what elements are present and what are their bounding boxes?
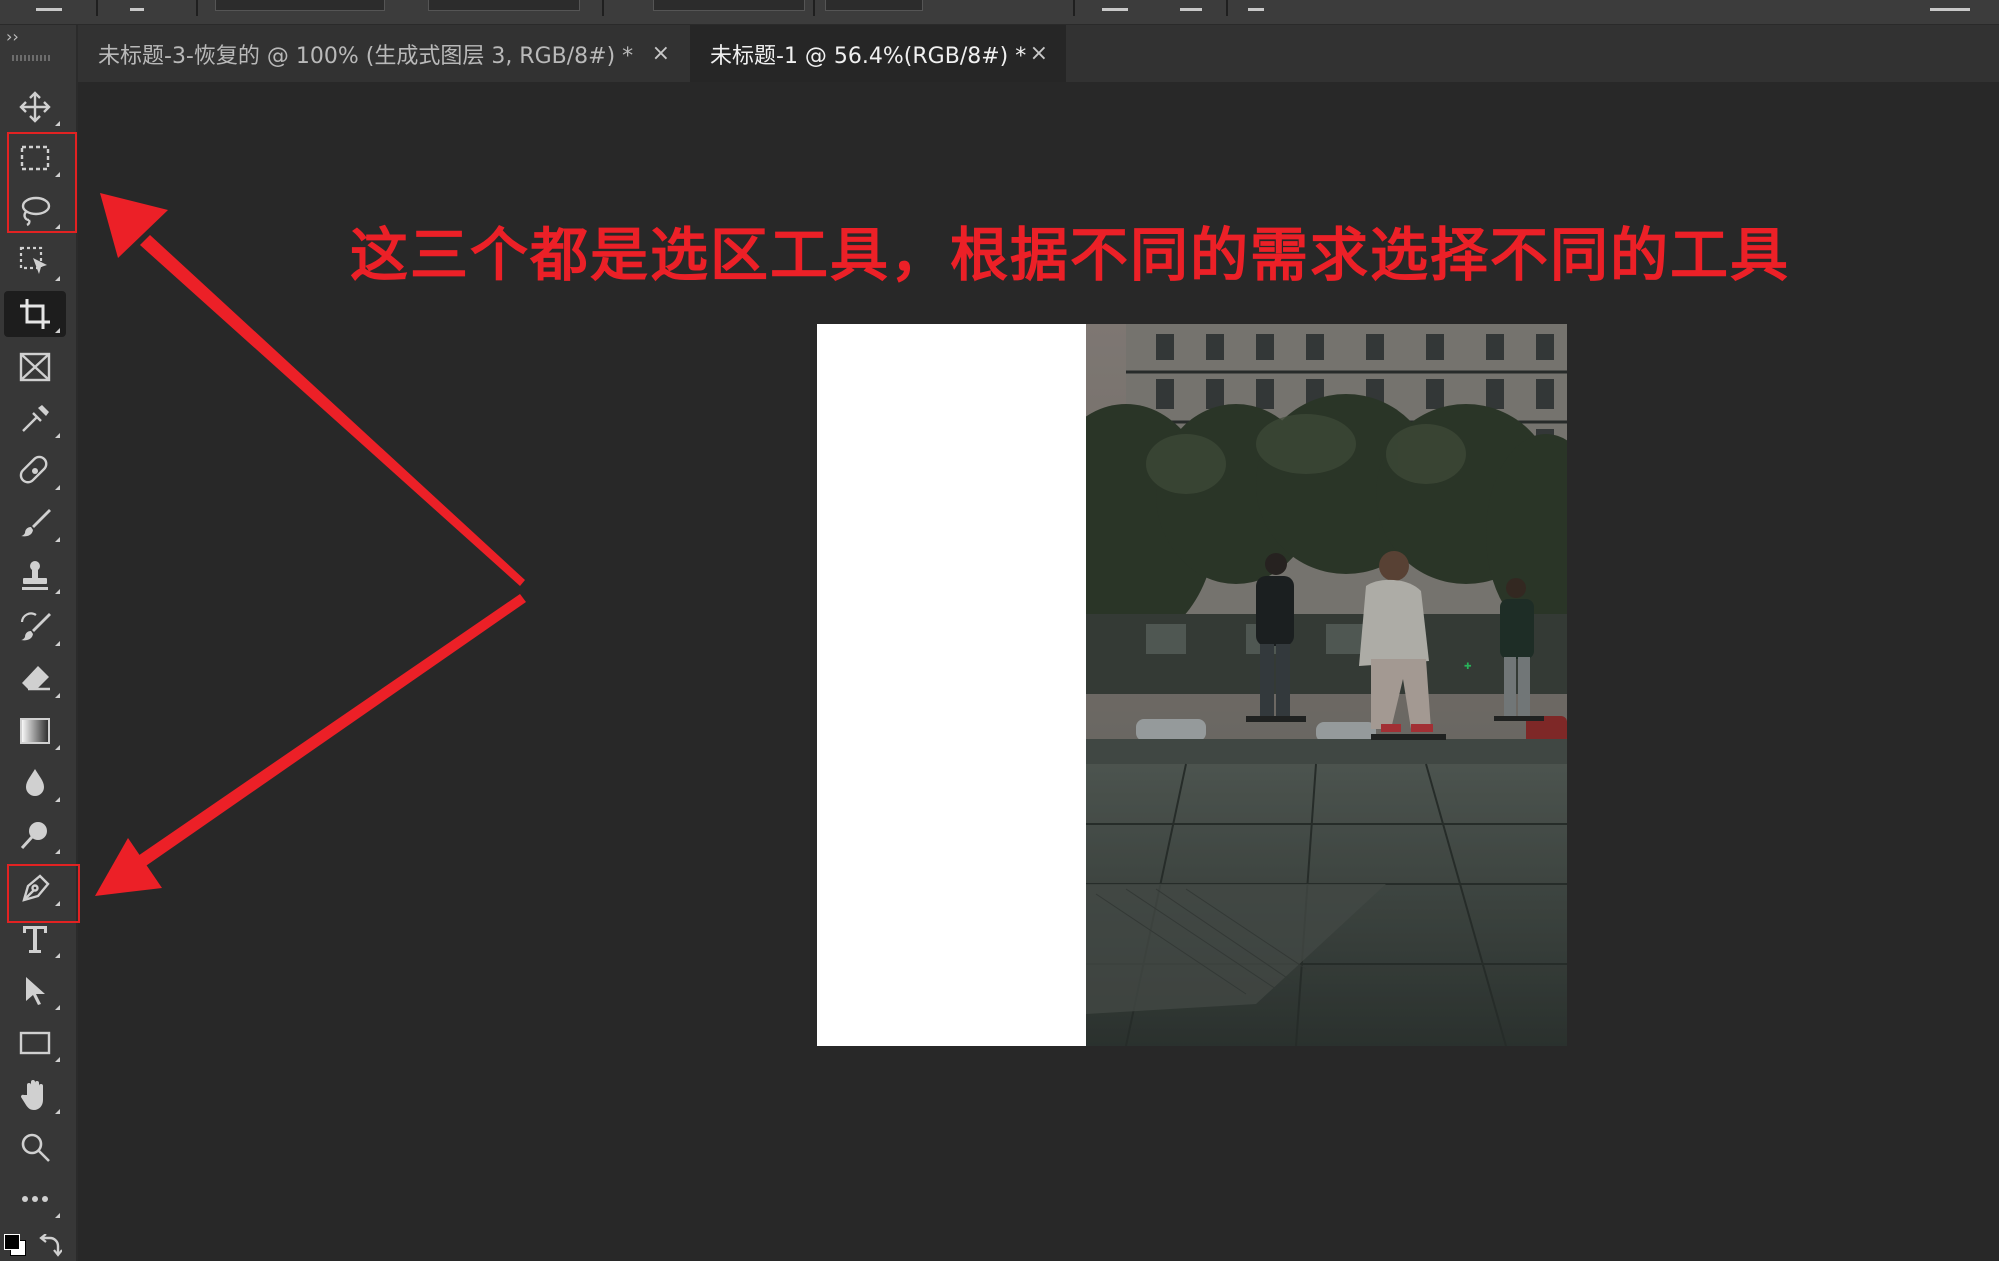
history-brush-tool[interactable] — [4, 604, 66, 650]
tool-group-indicator — [55, 1057, 60, 1062]
options-divider — [1073, 0, 1075, 16]
eraser-icon — [22, 666, 50, 691]
tool-group-indicator — [55, 693, 60, 698]
arrow-lower-shaft — [132, 594, 526, 870]
eyedropper-tool[interactable] — [4, 396, 66, 442]
checkbox-icon[interactable] — [1248, 0, 1264, 11]
gradient-tool[interactable] — [4, 708, 66, 754]
edit-toolbar[interactable] — [4, 1176, 66, 1222]
tool-group-indicator — [55, 276, 60, 281]
annotation-text: 这三个都是选区工具，根据不同的需求选择不同的工具 — [350, 221, 1791, 289]
move-icon — [19, 91, 51, 123]
hand-tool[interactable] — [4, 1072, 66, 1118]
options-divider — [1226, 0, 1228, 16]
tool-group-indicator — [55, 328, 60, 333]
tool-group-indicator — [55, 1109, 60, 1114]
color-swatches[interactable] — [4, 1234, 26, 1256]
brush-icon — [21, 509, 51, 537]
rectangle-tool[interactable] — [4, 1020, 66, 1066]
options-field[interactable] — [825, 0, 923, 11]
droplet-icon — [26, 769, 44, 796]
crop-icon — [20, 299, 50, 329]
options-divider — [96, 0, 98, 16]
path-selection-tool[interactable] — [4, 968, 66, 1014]
arrow-lower-head — [95, 838, 162, 896]
zoom-tool[interactable] — [4, 1124, 66, 1170]
arrow-upper-head — [100, 193, 168, 258]
swap-colors-icon[interactable] — [38, 1234, 62, 1258]
options-divider — [813, 0, 815, 16]
crop-tool[interactable] — [4, 291, 66, 337]
options-icon[interactable] — [1930, 0, 1970, 11]
rectangle-icon — [19, 1031, 51, 1055]
tab-label: 未标题-3-恢复的 @ 100% (生成式图层 3, RGB/8#) * — [98, 43, 634, 69]
close-icon[interactable]: × — [1030, 41, 1048, 66]
canvas-white-area — [817, 324, 1086, 1046]
options-divider — [602, 0, 604, 16]
bandage-icon — [19, 455, 48, 484]
blur-tool[interactable] — [4, 760, 66, 806]
tool-group-indicator — [55, 589, 60, 594]
settings-icon[interactable] — [1180, 0, 1202, 11]
tab-label: 未标题-1 @ 56.4%(RGB/8#) * — [710, 43, 1027, 69]
clone-stamp-tool[interactable] — [4, 552, 66, 598]
move-tool[interactable] — [4, 84, 66, 130]
type-icon — [23, 926, 47, 953]
home-icon[interactable] — [36, 0, 62, 11]
canvas-photo: ✚ — [1086, 324, 1567, 1046]
tab-untitled-3[interactable]: 未标题-3-恢复的 @ 100% (生成式图层 3, RGB/8#) * × — [78, 25, 688, 82]
tool-preset-icon[interactable] — [130, 0, 144, 11]
stamp-icon — [22, 561, 48, 590]
tool-group-indicator — [55, 1005, 60, 1010]
frame-icon — [19, 352, 51, 382]
brush-tool[interactable] — [4, 500, 66, 546]
options-field[interactable] — [428, 0, 580, 11]
tab-untitled-1[interactable]: 未标题-1 @ 56.4%(RGB/8#) * × — [690, 25, 1066, 82]
options-field[interactable] — [653, 0, 805, 11]
frame-tool[interactable] — [4, 344, 66, 390]
pen-tool-highlight — [7, 864, 80, 923]
panel-grip[interactable] — [12, 55, 52, 61]
selection-tools-highlight — [7, 132, 77, 233]
options-bar — [0, 0, 1999, 25]
tool-group-indicator — [55, 433, 60, 438]
object-selection-icon — [19, 246, 47, 274]
skateboarders-photo: ✚ — [1086, 324, 1567, 1046]
tool-group-indicator — [55, 797, 60, 802]
grid-overlay-icon[interactable] — [1102, 0, 1128, 11]
arrow-cursor-icon — [26, 977, 45, 1005]
object-selection-tool[interactable] — [4, 239, 66, 285]
hand-icon — [20, 1080, 43, 1110]
eyedropper-icon — [22, 405, 49, 432]
more-icon — [22, 1196, 48, 1202]
gradient-icon — [20, 718, 50, 744]
tool-group-indicator — [55, 849, 60, 854]
tool-group-indicator — [55, 121, 60, 126]
tool-group-indicator — [55, 953, 60, 958]
dodge-tool[interactable] — [4, 812, 66, 858]
options-divider — [196, 0, 198, 16]
history-brush-icon — [20, 612, 51, 641]
tool-group-indicator — [55, 537, 60, 542]
tool-group-indicator — [55, 641, 60, 646]
close-icon[interactable]: × — [652, 41, 670, 66]
tool-group-indicator — [55, 1213, 60, 1218]
options-field[interactable] — [215, 0, 385, 11]
tool-group-indicator — [55, 745, 60, 750]
eraser-tool[interactable] — [4, 656, 66, 702]
tool-group-indicator — [55, 485, 60, 490]
document-tabs: 未标题-3-恢复的 @ 100% (生成式图层 3, RGB/8#) * × 未… — [78, 25, 1999, 82]
collapse-panel-icon[interactable]: ›› — [6, 27, 19, 46]
healing-brush-tool[interactable] — [4, 448, 66, 494]
magnifier-icon — [21, 1133, 50, 1162]
dodge-icon — [20, 822, 47, 850]
